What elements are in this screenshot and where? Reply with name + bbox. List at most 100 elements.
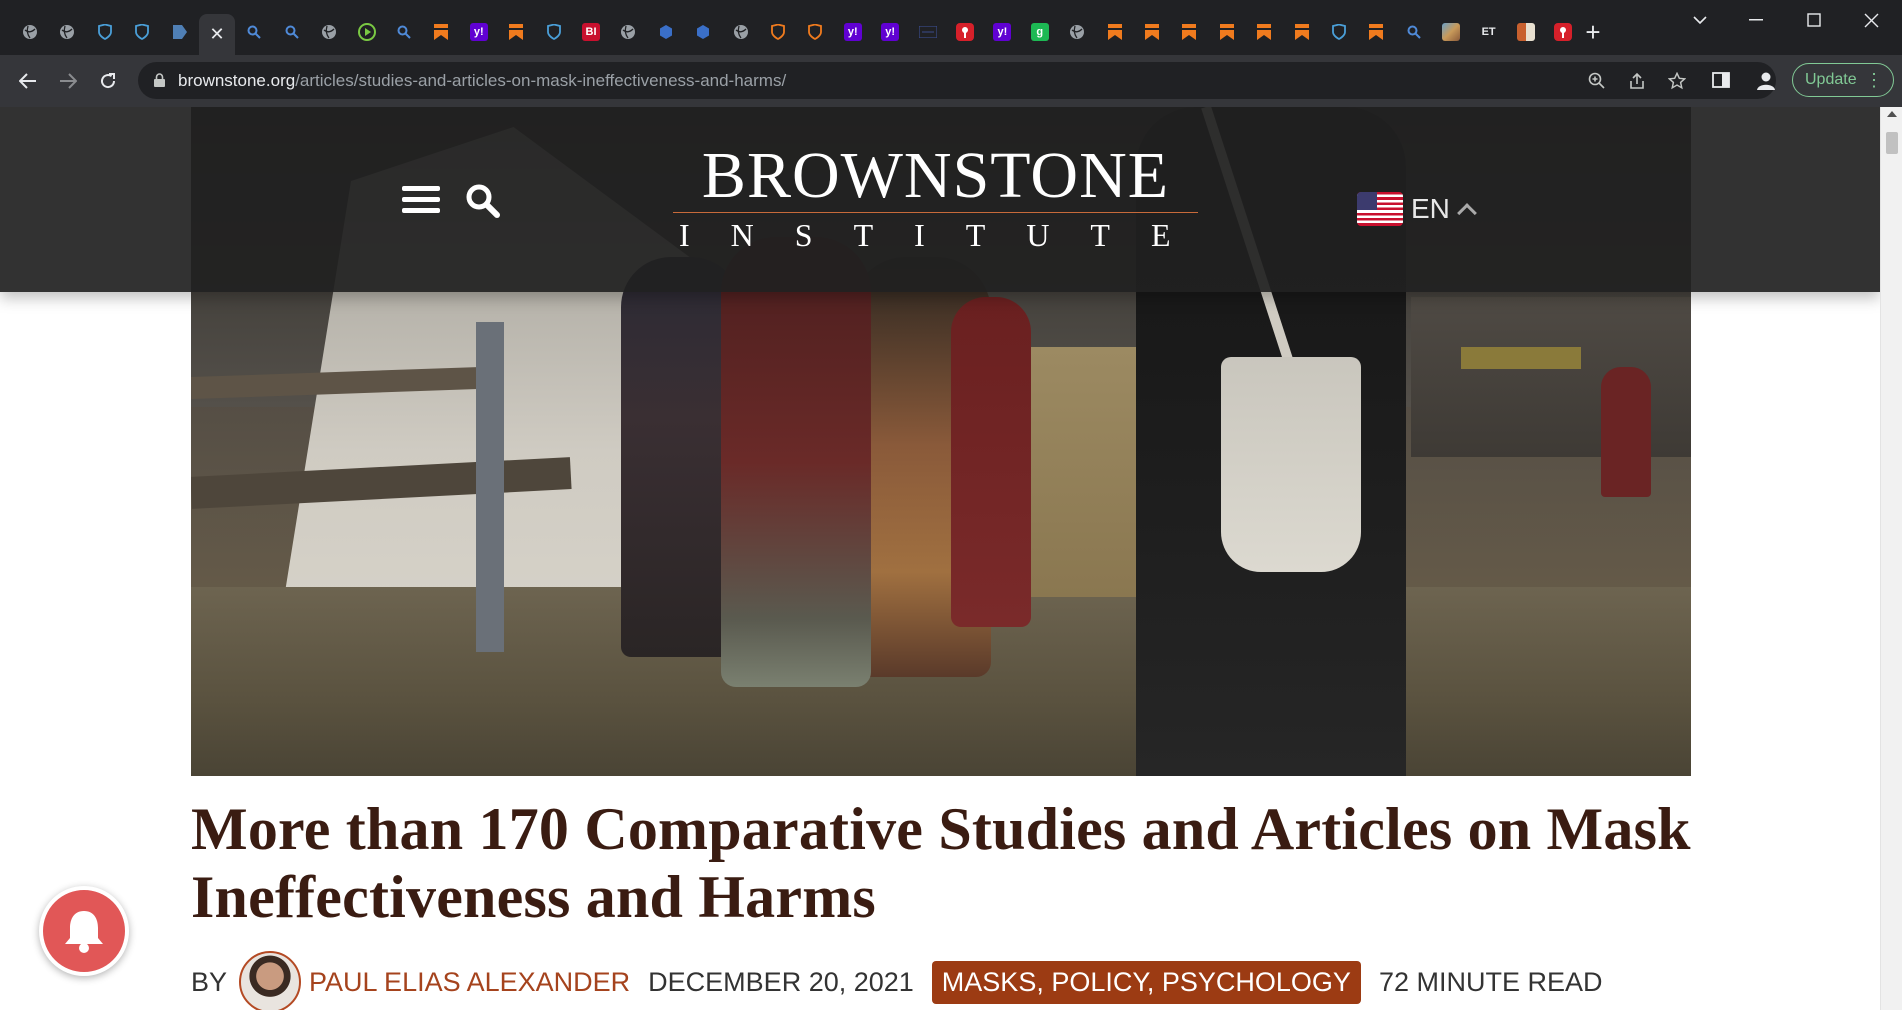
lock-icon[interactable] — [154, 73, 165, 87]
language-selector[interactable]: EN — [1357, 192, 1477, 226]
profile-icon[interactable] — [1756, 72, 1778, 92]
browser-tab[interactable]: ET — [1471, 14, 1507, 50]
browser-tab[interactable] — [1396, 14, 1432, 50]
search-icon[interactable] — [465, 183, 501, 219]
side-panel-icon[interactable] — [1712, 72, 1734, 92]
notification-bell-button[interactable] — [39, 886, 129, 976]
red-pin-icon — [1554, 23, 1573, 41]
language-label: EN — [1411, 193, 1450, 224]
browser-tab[interactable] — [274, 14, 310, 50]
g-icon: g — [1030, 23, 1049, 41]
more-menu-icon[interactable]: ⋮ — [1865, 70, 1883, 91]
browser-tab[interactable] — [124, 14, 160, 50]
browser-tab[interactable]: y! — [835, 14, 871, 50]
scroll-thumb[interactable] — [1886, 132, 1898, 154]
browser-tab[interactable] — [723, 14, 759, 50]
close-icon[interactable]: ✕ — [209, 24, 224, 45]
author-link[interactable]: PAUL ELIAS ALEXANDER — [309, 967, 630, 998]
browser-tab[interactable] — [311, 14, 347, 50]
browser-tab[interactable] — [1171, 14, 1207, 50]
browser-tab[interactable] — [236, 14, 272, 50]
globe-icon — [619, 23, 637, 41]
browser-tab[interactable]: y! — [872, 14, 908, 50]
browser-tab[interactable] — [162, 14, 198, 50]
crest-icon — [1517, 23, 1535, 41]
browser-tab[interactable] — [386, 14, 422, 50]
yahoo-icon: y! — [993, 23, 1012, 41]
browser-tab[interactable] — [610, 14, 646, 50]
ribbon-icon — [1218, 23, 1236, 41]
bookmark-tab-icon — [171, 23, 189, 41]
search-icon — [283, 23, 301, 41]
share-icon[interactable] — [1626, 70, 1648, 92]
globe-icon — [1068, 23, 1086, 41]
browser-tab[interactable]: y! — [461, 14, 497, 50]
publish-date: DECEMBER 20, 2021 — [648, 966, 914, 997]
browser-tab[interactable] — [648, 14, 684, 50]
browser-tab[interactable] — [1321, 14, 1357, 50]
bell-icon — [65, 911, 103, 953]
browser-tab[interactable] — [947, 14, 983, 50]
zoom-icon[interactable] — [1586, 70, 1608, 92]
browser-tab[interactable] — [1433, 14, 1469, 50]
by-label: BY — [191, 966, 228, 997]
tab-close-button[interactable]: ✕ — [199, 14, 235, 55]
browser-tab[interactable] — [1246, 14, 1282, 50]
browser-tab[interactable] — [685, 14, 721, 50]
globe-icon — [732, 23, 750, 41]
browser-tab[interactable] — [12, 14, 48, 50]
search-icon — [1405, 23, 1423, 41]
shield-heart-icon — [545, 23, 563, 41]
forward-icon[interactable] — [52, 65, 84, 97]
browser-tab[interactable] — [87, 14, 123, 50]
browser-tab[interactable] — [49, 14, 85, 50]
reload-icon[interactable] — [92, 65, 124, 97]
update-button[interactable]: Update ⋮ — [1792, 63, 1894, 97]
scroll-up-arrow-icon[interactable] — [1887, 111, 1897, 117]
grid-icon — [918, 23, 937, 41]
new-tab-button[interactable]: + — [1578, 14, 1608, 50]
browser-tab[interactable] — [1358, 14, 1394, 50]
url-text[interactable]: brownstone.org/articles/studies-and-arti… — [178, 71, 786, 91]
browser-tab[interactable] — [498, 14, 534, 50]
browser-tab[interactable] — [1209, 14, 1245, 50]
badge-icon — [806, 23, 824, 41]
browser-tab[interactable] — [1097, 14, 1133, 50]
category-tags[interactable]: MASKS, POLICY, PSYCHOLOGY — [931, 960, 1361, 1004]
ribbon-icon — [1106, 23, 1124, 41]
site-header: BROWNSTONE INSTITUTE EN — [0, 107, 1880, 292]
author-avatar[interactable] — [239, 951, 302, 1010]
hex-icon — [657, 23, 675, 41]
browser-tab[interactable] — [797, 14, 833, 50]
back-icon[interactable] — [12, 65, 44, 97]
browser-tab[interactable] — [1545, 14, 1581, 50]
address-bar[interactable]: brownstone.org/articles/studies-and-arti… — [138, 62, 1776, 99]
browser-tab[interactable] — [536, 14, 572, 50]
browser-tab[interactable]: y! — [984, 14, 1020, 50]
browser-tab[interactable]: g — [1022, 14, 1058, 50]
logo-line1: BROWNSTONE — [701, 139, 1170, 212]
bookmark-star-icon[interactable] — [1666, 70, 1688, 92]
browser-tab[interactable]: BI — [573, 14, 609, 50]
window-close-icon[interactable] — [1843, 6, 1899, 34]
hex-icon — [694, 23, 712, 41]
browser-tab[interactable] — [349, 14, 385, 50]
site-logo[interactable]: BROWNSTONE INSTITUTE — [673, 143, 1198, 253]
browser-tab[interactable] — [1508, 14, 1544, 50]
tab-search-icon[interactable] — [1672, 6, 1728, 34]
browser-tab[interactable] — [910, 14, 946, 50]
yahoo-icon: y! — [843, 23, 862, 41]
browser-tab[interactable] — [1059, 14, 1095, 50]
browser-tab[interactable] — [423, 14, 459, 50]
page-scrollbar[interactable] — [1880, 107, 1902, 1010]
photo-icon — [1442, 23, 1461, 41]
maximize-icon[interactable] — [1786, 6, 1842, 34]
ribbon-icon — [432, 23, 450, 41]
minimize-icon[interactable] — [1728, 6, 1784, 34]
browser-tab[interactable] — [1284, 14, 1320, 50]
ribbon-icon — [1143, 23, 1161, 41]
browser-tab[interactable] — [760, 14, 796, 50]
ribbon-icon — [507, 23, 525, 41]
browser-tab[interactable] — [1134, 14, 1170, 50]
hamburger-menu-icon[interactable] — [402, 186, 440, 214]
